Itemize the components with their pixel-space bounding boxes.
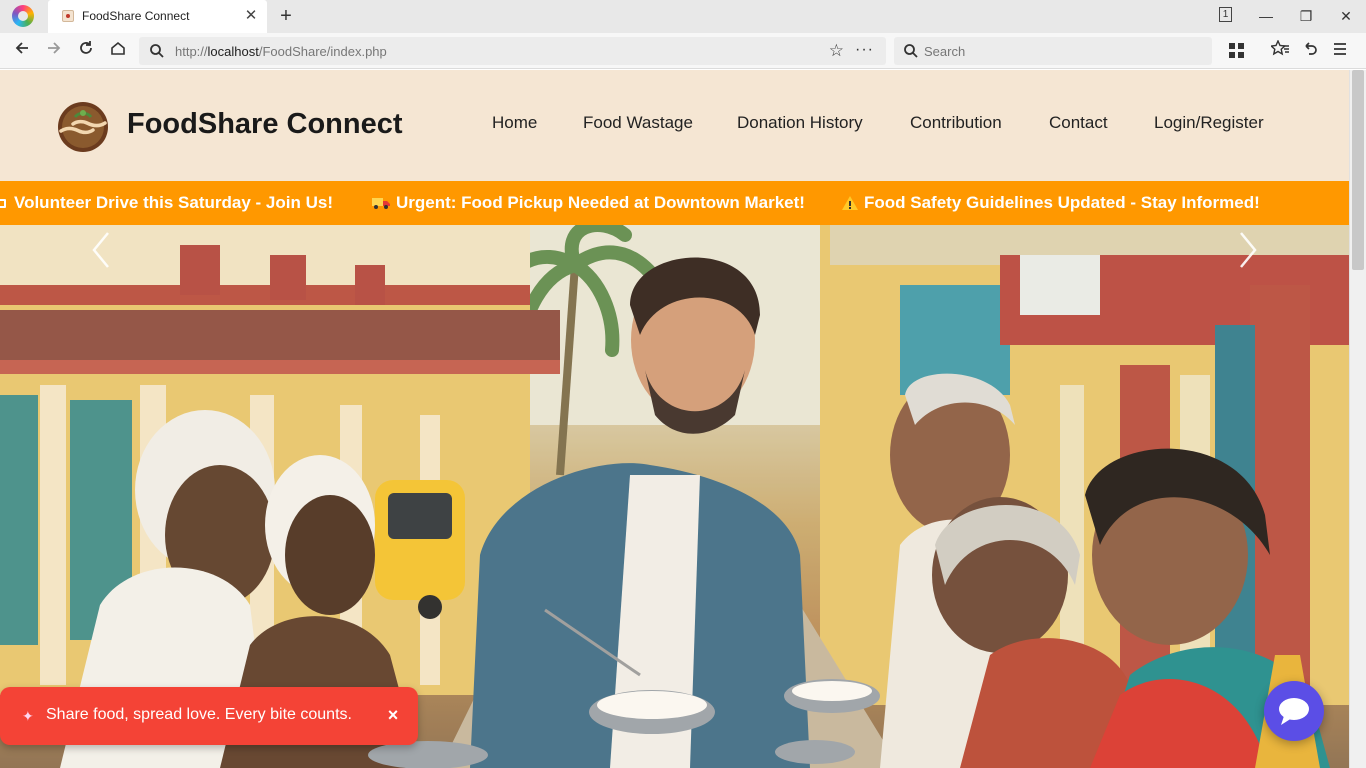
tab-close-icon[interactable]: ✕ — [241, 6, 261, 26]
site-header: FoodShare Connect Home Food Wastage Dona… — [0, 70, 1349, 181]
nav-food-wastage[interactable]: Food Wastage — [583, 113, 693, 133]
chat-button[interactable] — [1264, 681, 1324, 741]
address-bar[interactable]: http://localhost/FoodShare/index.php ☆ ·… — [139, 37, 886, 65]
search-icon — [904, 44, 918, 58]
apps-grid-icon[interactable] — [1229, 43, 1244, 58]
foodshare-logo-icon[interactable] — [53, 101, 113, 153]
carousel-prev-icon[interactable] — [86, 225, 116, 275]
search-bar[interactable] — [894, 37, 1212, 65]
chat-bubble-icon — [1279, 698, 1309, 725]
browser-tab-bar: FoodShare Connect ✕ + 1 — ❐ ✕ — [0, 0, 1366, 33]
search-input[interactable] — [924, 41, 1194, 61]
nav-donation-history[interactable]: Donation History — [737, 113, 863, 133]
undo-icon[interactable] — [1298, 39, 1322, 63]
nav-login-register[interactable]: Login/Register — [1154, 113, 1264, 133]
ticker-item: Urgent: Food Pickup Needed at Downtown M… — [372, 193, 805, 215]
scrollbar-thumb[interactable] — [1352, 70, 1364, 270]
carousel-next-icon[interactable] — [1233, 225, 1263, 275]
notification-toast: ✦ Share food, spread love. Every bite co… — [0, 687, 418, 745]
site-title[interactable]: FoodShare Connect — [127, 108, 403, 141]
toast-close-button[interactable]: × — [383, 704, 403, 726]
web-page: FoodShare Connect Home Food Wastage Dona… — [0, 70, 1349, 768]
truck-icon — [372, 195, 390, 215]
ticker-item: Volunteer Drive this Saturday - Join Us! — [0, 193, 333, 215]
browser-nav-bar: http://localhost/FoodShare/index.php ☆ ·… — [0, 33, 1366, 69]
browser-logo-icon[interactable] — [12, 5, 34, 27]
tab-title: FoodShare Connect — [82, 9, 190, 23]
page-scrollbar[interactable] — [1349, 70, 1366, 768]
toast-message: Share food, spread love. Every bite coun… — [46, 706, 352, 723]
menu-icon[interactable] — [1328, 39, 1352, 63]
page-actions-icon[interactable]: ··· — [855, 39, 874, 61]
volunteer-icon — [0, 195, 8, 215]
restore-icon[interactable]: ❐ — [1294, 5, 1318, 27]
browser-tab[interactable]: FoodShare Connect ✕ — [48, 0, 267, 33]
forward-arrow-icon[interactable] — [42, 39, 66, 63]
favorites-icon[interactable] — [1268, 39, 1292, 63]
url-text: http://localhost/FoodShare/index.php — [175, 44, 387, 59]
new-tab-button[interactable]: + — [275, 4, 297, 28]
home-icon[interactable] — [106, 39, 130, 63]
warning-icon — [842, 195, 858, 215]
nav-contact[interactable]: Contact — [1049, 113, 1108, 133]
tab-count-badge[interactable]: 1 — [1219, 7, 1232, 22]
bookmark-star-icon[interactable]: ☆ — [829, 40, 844, 62]
announcement-ticker: Volunteer Drive this Saturday - Join Us!… — [0, 181, 1349, 225]
url-search-icon — [150, 44, 164, 58]
nav-home[interactable]: Home — [492, 113, 537, 133]
close-window-icon[interactable]: ✕ — [1334, 5, 1358, 27]
sparkle-heart-icon: ✦ — [22, 708, 34, 724]
minimize-icon[interactable]: — — [1254, 5, 1278, 27]
ticker-item: Food Safety Guidelines Updated - Stay In… — [842, 193, 1260, 215]
reload-icon[interactable] — [74, 39, 98, 63]
nav-contribution[interactable]: Contribution — [910, 113, 1002, 133]
back-arrow-icon[interactable] — [10, 39, 34, 63]
favicon-icon — [62, 10, 74, 22]
